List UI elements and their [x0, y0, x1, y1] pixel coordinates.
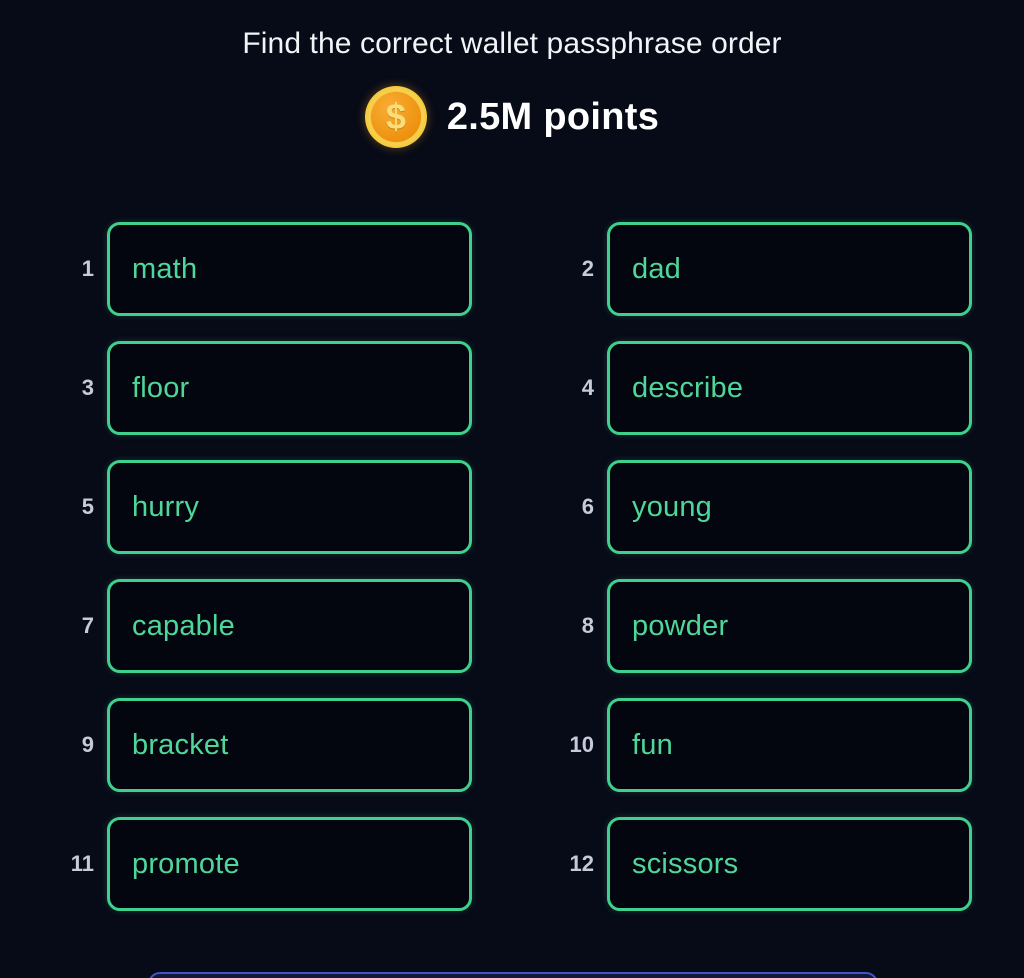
word-slot-1[interactable]: math [107, 222, 472, 316]
word-text: describe [632, 371, 744, 404]
word-text: promote [132, 847, 240, 880]
word-text: bracket [132, 728, 229, 761]
word-text: scissors [632, 847, 739, 880]
list-item: 6 young [552, 460, 972, 554]
word-index-label: 5 [81, 494, 94, 519]
word-index-label: 11 [70, 851, 94, 876]
word-index-label: 8 [581, 613, 594, 638]
word-text: floor [132, 371, 190, 404]
coin-icon: $ [364, 86, 427, 148]
passphrase-order-screen: Find the correct wallet passphrase order… [0, 0, 1024, 978]
word-text: capable [132, 609, 235, 642]
list-item: 3 floor [52, 341, 472, 435]
word-text: fun [632, 728, 673, 761]
word-index-label: 7 [81, 613, 94, 638]
word-slot-10[interactable]: fun [607, 698, 972, 792]
list-item: 9 bracket [52, 698, 472, 792]
list-item: 8 powder [552, 579, 972, 673]
word-slot-3[interactable]: floor [107, 341, 472, 435]
list-item: 12 scissors [552, 817, 972, 911]
word-slot-2[interactable]: dad [607, 222, 972, 316]
list-item: 5 hurry [52, 460, 472, 554]
submit-button[interactable] [148, 972, 878, 978]
word-slot-12[interactable]: scissors [607, 817, 972, 911]
word-index-label: 1 [81, 256, 94, 281]
word-index-label: 4 [581, 375, 594, 400]
word-text: powder [632, 609, 729, 642]
word-index-label: 6 [581, 494, 594, 519]
list-item: 7 capable [52, 579, 472, 673]
points-badge: $ 2.5M points [0, 86, 1024, 148]
word-index-label: 2 [581, 256, 594, 281]
word-slot-7[interactable]: capable [107, 579, 472, 673]
word-index-label: 12 [569, 851, 594, 876]
header: Find the correct wallet passphrase order… [0, 0, 1024, 148]
word-index-label: 9 [81, 732, 94, 757]
word-text: young [632, 490, 713, 523]
list-item: 4 describe [552, 341, 972, 435]
word-index-label: 10 [569, 732, 594, 757]
word-slot-9[interactable]: bracket [107, 698, 472, 792]
page-title: Find the correct wallet passphrase order [242, 27, 782, 60]
word-slot-8[interactable]: powder [607, 579, 972, 673]
list-item: 1 math [52, 222, 472, 316]
word-slot-5[interactable]: hurry [107, 460, 472, 554]
word-index-label: 3 [81, 375, 94, 400]
word-slot-4[interactable]: describe [607, 341, 972, 435]
word-slot-11[interactable]: promote [107, 817, 472, 911]
dollar-sign-glyph: $ [385, 96, 406, 137]
word-slot-6[interactable]: young [607, 460, 972, 554]
word-text: math [132, 252, 198, 285]
list-item: 11 promote [52, 817, 472, 911]
list-item: 2 dad [552, 222, 972, 316]
word-text: dad [632, 252, 681, 285]
points-amount-label: 2.5M points [446, 95, 660, 138]
list-item: 10 fun [552, 698, 972, 792]
word-text: hurry [132, 490, 200, 523]
passphrase-word-grid: 1 math 2 dad 3 floor 4 describe 5 hurry … [0, 222, 1024, 911]
